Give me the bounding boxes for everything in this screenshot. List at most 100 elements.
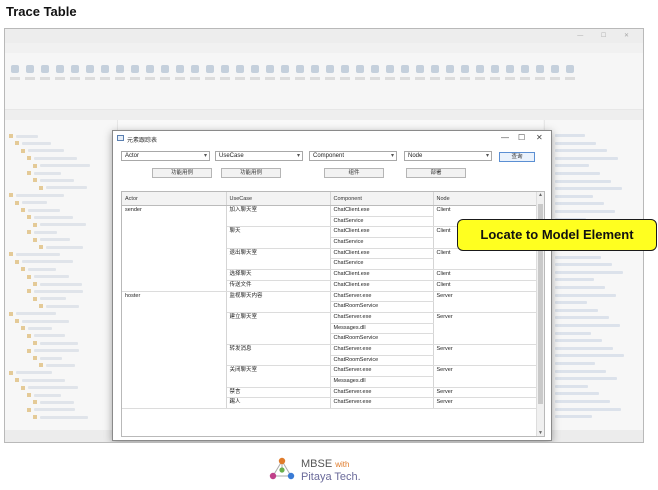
table-row[interactable]: ChatRoomService bbox=[122, 355, 536, 367]
maximize-icon[interactable]: ☐ bbox=[518, 133, 525, 142]
actor-usecase-button[interactable]: 功能用例 bbox=[152, 168, 212, 178]
cell-usecase[interactable] bbox=[226, 216, 331, 228]
cell-usecase[interactable] bbox=[226, 323, 331, 334]
cell-component[interactable]: ChatService bbox=[330, 237, 434, 249]
cell-node[interactable]: Server bbox=[433, 312, 536, 323]
table-row[interactable]: sender 加入聊天室 ChatClient.exe Client bbox=[122, 205, 536, 217]
cell-actor[interactable] bbox=[122, 226, 227, 238]
component-button[interactable]: 组件 bbox=[324, 168, 384, 178]
cell-actor[interactable] bbox=[122, 387, 227, 398]
cell-component[interactable]: Messages.dll bbox=[330, 323, 434, 335]
cell-actor[interactable] bbox=[122, 237, 227, 249]
column-header-actor[interactable]: Actor bbox=[122, 192, 227, 206]
cell-usecase[interactable]: 聊天 bbox=[226, 226, 331, 238]
cell-usecase[interactable]: 加入聊天室 bbox=[226, 205, 331, 217]
cell-usecase[interactable] bbox=[226, 237, 331, 249]
usecase-type-select[interactable]: UseCase ▾ bbox=[215, 151, 303, 161]
table-row[interactable]: 建立聊天室 ChatServer.exe Server bbox=[122, 312, 536, 324]
cell-component[interactable]: Messages.dll bbox=[330, 376, 434, 388]
cell-component[interactable]: ChatService bbox=[330, 216, 434, 228]
table-row[interactable]: ChatService bbox=[122, 258, 536, 271]
cell-component[interactable]: ChatServer.exe bbox=[330, 387, 434, 399]
table-row[interactable]: Messages.dll bbox=[122, 323, 536, 335]
cell-usecase[interactable] bbox=[226, 333, 331, 345]
cell-actor[interactable] bbox=[122, 280, 227, 292]
cell-node[interactable]: Client bbox=[433, 206, 536, 217]
query-button[interactable]: 查询 bbox=[499, 152, 535, 162]
cell-node[interactable] bbox=[433, 333, 536, 345]
table-row[interactable]: Messages.dll bbox=[122, 376, 536, 388]
close-icon[interactable]: ✕ bbox=[536, 133, 543, 142]
table-row[interactable]: 踢人 ChatServer.exe Server bbox=[122, 397, 536, 410]
window-controls-icon[interactable]: — ☐ ✕ bbox=[577, 32, 637, 39]
cell-actor[interactable] bbox=[122, 301, 227, 313]
cell-component[interactable]: ChatServer.exe bbox=[330, 365, 434, 377]
cell-component[interactable]: ChatClient.exe bbox=[330, 205, 434, 217]
table-row[interactable]: 传送文件 ChatClient.exe Client bbox=[122, 280, 536, 292]
scroll-down-icon[interactable]: ▼ bbox=[538, 430, 543, 436]
cell-node[interactable]: Server bbox=[433, 344, 536, 355]
deploy-button[interactable]: 部署 bbox=[406, 168, 466, 178]
cell-usecase[interactable]: 传送文件 bbox=[226, 280, 331, 292]
cell-component[interactable]: ChatServer.exe bbox=[330, 291, 434, 303]
cell-actor[interactable] bbox=[122, 323, 227, 334]
usecase-button[interactable]: 功能用例 bbox=[221, 168, 281, 178]
cell-component[interactable]: ChatServer.exe bbox=[330, 344, 434, 356]
cell-node[interactable]: Server bbox=[433, 291, 536, 302]
cell-usecase[interactable]: 转发消息 bbox=[226, 344, 331, 356]
component-type-select[interactable]: Component ▾ bbox=[309, 151, 397, 161]
cell-usecase[interactable] bbox=[226, 376, 331, 388]
cell-actor[interactable] bbox=[122, 312, 227, 324]
cell-usecase[interactable] bbox=[226, 355, 331, 367]
cell-component[interactable]: ChatServer.exe bbox=[330, 397, 434, 410]
table-row[interactable]: 禁言 ChatServer.exe Server bbox=[122, 387, 536, 399]
table-row[interactable]: ChatRoomService bbox=[122, 333, 536, 345]
cell-usecase[interactable]: 退出聊天室 bbox=[226, 248, 331, 259]
cell-usecase[interactable] bbox=[226, 301, 331, 313]
minimize-icon[interactable]: — bbox=[501, 133, 509, 142]
table-row[interactable]: 转发消息 ChatServer.exe Server bbox=[122, 344, 536, 356]
cell-actor[interactable] bbox=[122, 344, 227, 356]
cell-usecase[interactable]: 选择聊天 bbox=[226, 269, 331, 281]
cell-actor[interactable] bbox=[122, 216, 227, 227]
table-row[interactable]: 选择聊天 ChatClient.exe Client bbox=[122, 269, 536, 281]
cell-component[interactable]: ChatClient.exe bbox=[330, 248, 434, 260]
cell-node[interactable] bbox=[433, 301, 536, 313]
column-header-component[interactable]: Component bbox=[330, 192, 434, 206]
column-header-node[interactable]: Node bbox=[433, 192, 537, 206]
cell-component[interactable]: ChatClient.exe bbox=[330, 226, 434, 239]
cell-component[interactable]: ChatRoomService bbox=[330, 301, 434, 313]
cell-node[interactable]: Client bbox=[433, 269, 536, 281]
cell-node[interactable]: Client bbox=[433, 280, 536, 292]
cell-actor[interactable] bbox=[122, 333, 227, 345]
cell-actor[interactable] bbox=[122, 258, 227, 270]
cell-component[interactable]: ChatService bbox=[330, 258, 434, 271]
cell-node[interactable] bbox=[433, 258, 536, 271]
table-row[interactable]: hoster 监视聊天内容 ChatServer.exe Server bbox=[122, 291, 536, 303]
actor-type-select[interactable]: Actor ▾ bbox=[121, 151, 210, 161]
column-header-usecase[interactable]: UseCase bbox=[226, 192, 331, 206]
cell-actor[interactable] bbox=[122, 397, 227, 410]
cell-component[interactable]: ChatClient.exe bbox=[330, 280, 434, 292]
cell-usecase[interactable]: 关闭聊天室 bbox=[226, 365, 331, 377]
cell-component[interactable]: ChatRoomService bbox=[330, 355, 434, 367]
cell-node[interactable] bbox=[433, 323, 536, 334]
cell-node[interactable] bbox=[433, 355, 536, 367]
cell-component[interactable]: ChatClient.exe bbox=[330, 269, 434, 281]
cell-usecase[interactable]: 监视聊天内容 bbox=[226, 291, 331, 302]
cell-actor[interactable] bbox=[122, 355, 227, 366]
cell-node[interactable]: Server bbox=[433, 387, 536, 399]
cell-usecase[interactable]: 建立聊天室 bbox=[226, 312, 331, 324]
cell-usecase[interactable] bbox=[226, 258, 331, 271]
cell-actor[interactable] bbox=[122, 248, 227, 259]
scroll-up-icon[interactable]: ▲ bbox=[538, 192, 543, 198]
cell-node[interactable]: Server bbox=[433, 397, 536, 410]
cell-component[interactable]: ChatServer.exe bbox=[330, 312, 434, 324]
node-type-select[interactable]: Node ▾ bbox=[404, 151, 492, 161]
cell-actor[interactable]: sender bbox=[122, 205, 227, 217]
cell-actor[interactable] bbox=[122, 365, 227, 377]
cell-usecase[interactable]: 踢人 bbox=[226, 397, 331, 410]
cell-component[interactable]: ChatRoomService bbox=[330, 333, 434, 345]
cell-node[interactable] bbox=[433, 376, 536, 388]
table-row[interactable]: 关闭聊天室 ChatServer.exe Server bbox=[122, 365, 536, 377]
